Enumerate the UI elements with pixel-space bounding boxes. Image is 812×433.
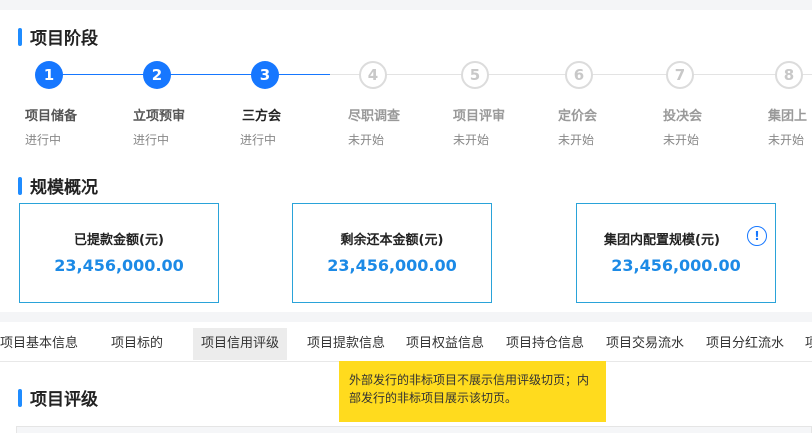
tab-dividend-flow[interactable]: 项目分红流水 xyxy=(698,328,792,360)
stat-value: 23,456,000.00 xyxy=(327,256,457,275)
info-circle-icon[interactable]: ! xyxy=(747,226,767,246)
step-number: 2 xyxy=(143,61,171,89)
step-status: 进行中 xyxy=(240,133,277,147)
step-number: 7 xyxy=(666,61,694,89)
step-number: 1 xyxy=(35,61,63,89)
step-name: 集团上 xyxy=(768,109,808,124)
step-status: 未开始 xyxy=(768,133,805,147)
step-name: 项目评审 xyxy=(453,109,506,124)
stage-section-title: 项目阶段 xyxy=(18,24,98,49)
stat-value: 23,456,000.00 xyxy=(54,256,184,275)
step-name: 尽职调查 xyxy=(348,109,401,124)
step-name: 项目储备 xyxy=(25,109,78,124)
progress-line-done xyxy=(50,74,330,75)
step-status: 未开始 xyxy=(663,133,700,147)
step-status: 未开始 xyxy=(558,133,595,147)
stat-withdrawn-amount: 已提款金额(元) 23,456,000.00 xyxy=(19,203,219,303)
stat-label: 剩余还本金额(元) xyxy=(340,233,444,248)
step-name: 三方会 xyxy=(242,109,282,124)
stage-stepper: 1 项目储备 进行中 2 立项预审 进行中 3 三方会 进行中 4 尽职调查 未… xyxy=(0,61,812,151)
tab-subject[interactable]: 项目标的 xyxy=(103,328,171,360)
scale-section-title: 规模概况 xyxy=(18,173,98,198)
detail-tabs: 项目基本信息 项目标的 项目信用评级 项目提款信息 项目权益信息 项目持仓信息 … xyxy=(0,322,812,362)
tab-equity-info[interactable]: 项目权益信息 xyxy=(398,328,492,360)
title-accent-bar xyxy=(18,27,22,46)
title-accent-bar xyxy=(18,176,22,195)
step-name: 立项预审 xyxy=(133,109,186,124)
project-overview-card: 项目阶段 1 项目储备 进行中 2 立项预审 进行中 3 三方会 进行中 4 尽… xyxy=(0,10,812,312)
step-status: 进行中 xyxy=(133,133,170,147)
tab-transaction-flow[interactable]: 项目交易流水 xyxy=(598,328,692,360)
stat-value: 23,456,000.00 xyxy=(611,256,741,275)
tab-basic-info[interactable]: 项目基本信息 xyxy=(0,328,86,360)
stat-label: 已提款金额(元) xyxy=(74,233,164,248)
tab-withdrawal-info[interactable]: 项目提款信息 xyxy=(299,328,393,360)
stat-label: 集团内配置规模(元) xyxy=(604,233,720,248)
step-number: 6 xyxy=(565,61,593,89)
step-name: 投决会 xyxy=(663,109,703,124)
step-status: 未开始 xyxy=(453,133,490,147)
rating-table-header xyxy=(16,426,812,433)
rating-section-title: 项目评级 xyxy=(18,385,98,410)
step-status: 未开始 xyxy=(348,133,385,147)
stat-group-allocation: 集团内配置规模(元) ! 23,456,000.00 xyxy=(576,203,776,303)
tab-credit-rating[interactable]: 项目信用评级 xyxy=(193,328,288,360)
tab-tooltip: 外部发行的非标项目不展示信用评级切页；内部发行的非标项目展示该切页。 xyxy=(339,361,606,422)
step-number: 3 xyxy=(251,61,279,89)
tab-more[interactable]: 项 xyxy=(797,328,812,360)
step-status: 进行中 xyxy=(25,133,62,147)
tab-position-info[interactable]: 项目持仓信息 xyxy=(498,328,592,360)
step-number: 8 xyxy=(775,61,803,89)
step-number: 5 xyxy=(461,61,489,89)
title-accent-bar xyxy=(18,388,22,407)
stat-remaining-principal: 剩余还本金额(元) 23,456,000.00 xyxy=(292,203,492,303)
step-name: 定价会 xyxy=(558,109,598,124)
step-number: 4 xyxy=(359,61,387,89)
